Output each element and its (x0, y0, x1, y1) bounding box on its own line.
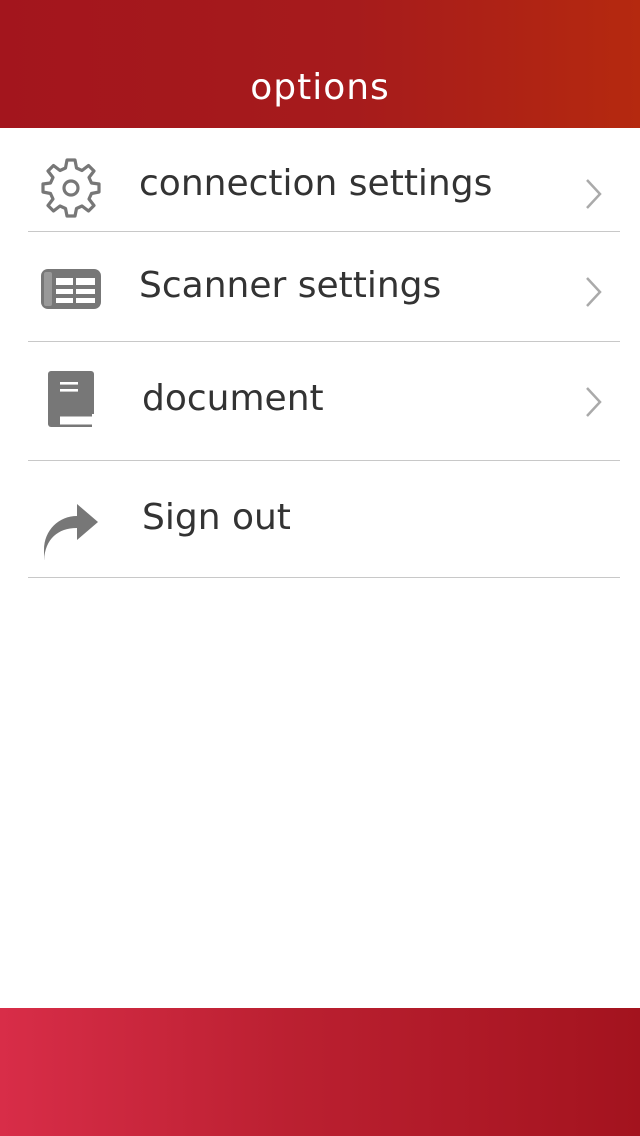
chevron-right-icon (586, 277, 602, 307)
menu-item-connection-settings[interactable]: connection settings (0, 128, 640, 232)
gear-icon (36, 153, 106, 223)
menu-item-document[interactable]: document (0, 342, 640, 461)
menu-item-label: document (142, 378, 324, 419)
menu-item-scanner-settings[interactable]: Scanner settings (0, 232, 640, 342)
menu-item-label: Scanner settings (139, 265, 442, 306)
menu-item-sign-out[interactable]: Sign out (0, 461, 640, 578)
scanner-icon (36, 254, 106, 324)
chevron-right-icon (586, 179, 602, 209)
sign-out-icon (36, 496, 106, 566)
chevron-right-icon (586, 387, 602, 417)
document-icon (36, 364, 106, 434)
divider (28, 577, 620, 578)
page-title: options (250, 67, 390, 108)
menu-item-label: Sign out (142, 497, 291, 538)
footer-bar (0, 1008, 640, 1136)
menu-item-label: connection settings (139, 163, 493, 204)
header-bar: options (0, 0, 640, 128)
